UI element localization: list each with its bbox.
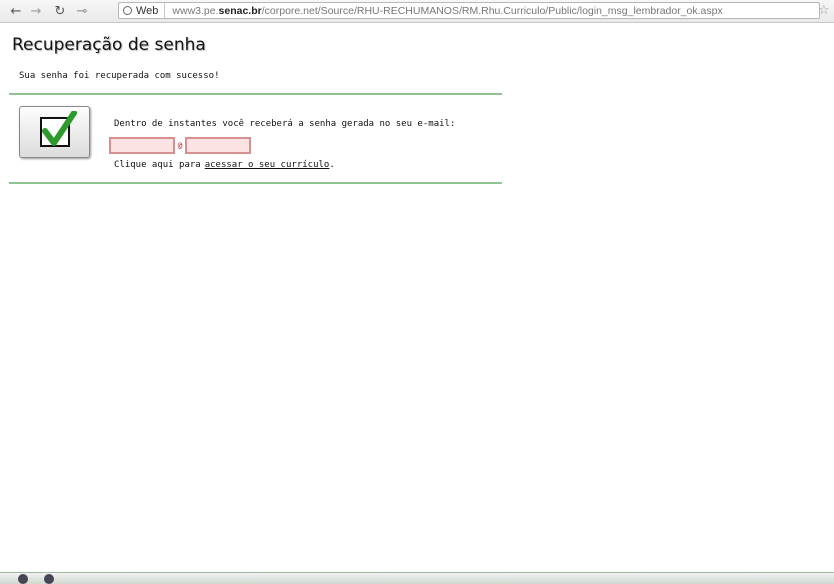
link-suffix: . bbox=[329, 160, 335, 170]
at-sign: @ bbox=[177, 141, 183, 150]
email-user-field[interactable] bbox=[109, 137, 175, 154]
divider-bottom bbox=[9, 182, 502, 184]
email-domain-field[interactable] bbox=[185, 137, 251, 154]
email-display-row: @ bbox=[109, 137, 251, 154]
status-bar bbox=[0, 572, 834, 584]
back-arrow-icon[interactable]: ← bbox=[6, 1, 26, 21]
bookmark-star-icon[interactable]: ☆ bbox=[818, 3, 830, 18]
curriculum-link[interactable]: acessar o seu currículo bbox=[205, 160, 330, 170]
globe-icon bbox=[123, 6, 132, 15]
curriculum-link-line: Clique aqui para acessar o seu currículo. bbox=[114, 160, 335, 170]
success-message: Sua senha foi recuperada com sucesso! bbox=[19, 71, 220, 81]
site-info-chip[interactable]: Web bbox=[119, 3, 166, 18]
address-bar[interactable]: Web www3.pe.senac.br/corpore.net/Source/… bbox=[118, 2, 820, 19]
checkmark-icon bbox=[39, 111, 77, 147]
site-chip-label: Web bbox=[136, 4, 159, 17]
link-prefix: Clique aqui para bbox=[114, 160, 201, 170]
forward-arrow-icon[interactable]: → bbox=[26, 1, 46, 21]
key-icon[interactable]: ⊸ bbox=[72, 1, 92, 21]
reload-icon[interactable]: ↻ bbox=[50, 1, 70, 21]
instruction-text: Dentro de instantes você receberá a senh… bbox=[114, 119, 456, 129]
divider-top bbox=[9, 93, 502, 95]
page-title: Recuperação de senha bbox=[12, 35, 206, 55]
success-checkmark-box bbox=[19, 106, 90, 158]
url-text[interactable]: www3.pe.senac.br/corpore.net/Source/RHU-… bbox=[165, 5, 722, 17]
